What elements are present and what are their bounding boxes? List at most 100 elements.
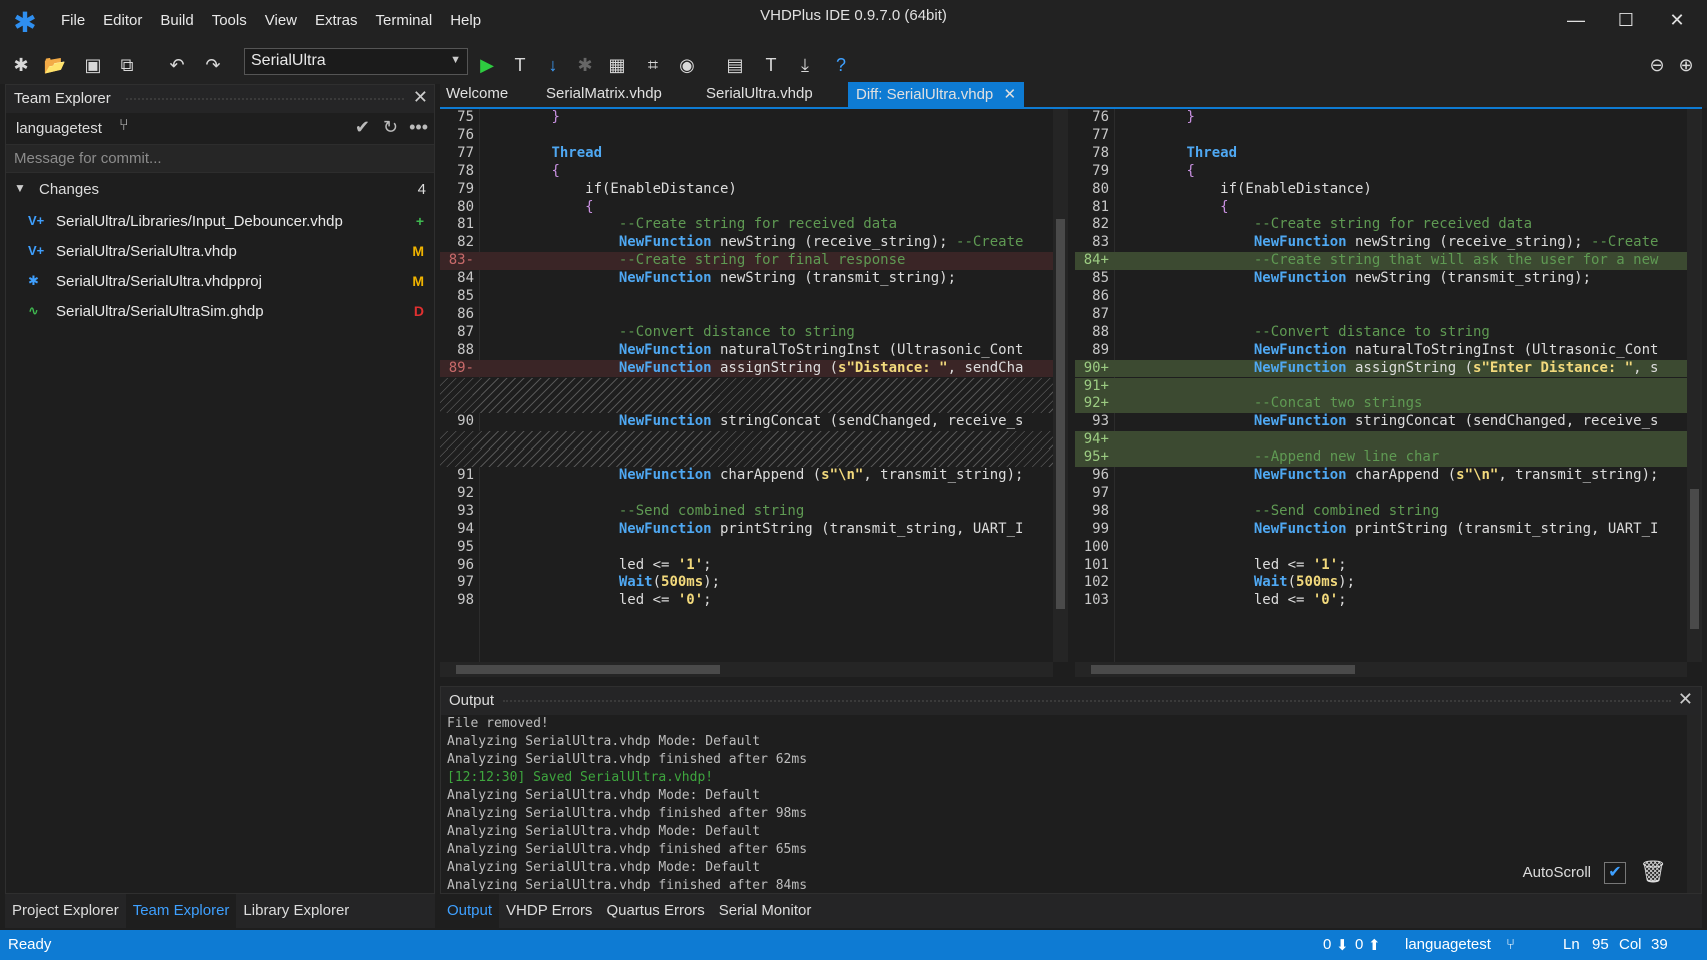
tab-welcome[interactable]: Welcome — [446, 85, 508, 102]
changed-file-path: SerialUltra/Libraries/Input_Debouncer.vh… — [56, 213, 343, 230]
open-folder-icon[interactable]: 📂 — [42, 52, 68, 78]
changed-file-item[interactable]: ✱ SerialUltra/SerialUltra.vhdpproj M — [6, 267, 434, 297]
menu-extras[interactable]: Extras — [306, 12, 367, 29]
code-token: '0' — [1312, 592, 1339, 609]
maximize-button[interactable]: ☐ — [1606, 10, 1646, 36]
minimize-button[interactable]: — — [1556, 10, 1596, 36]
scroll-thumb[interactable] — [1690, 489, 1699, 629]
code-token: NewFunction — [618, 341, 712, 358]
output-scrollbar[interactable] — [1687, 715, 1701, 893]
tab-vhdp-errors[interactable]: VHDP Errors — [499, 894, 599, 928]
tab-library-explorer[interactable]: Library Explorer — [236, 894, 356, 928]
left-vertical-scrollbar[interactable] — [1053, 109, 1068, 662]
code-token: led <= — [1119, 556, 1313, 573]
line-number: 80 — [1092, 180, 1109, 197]
tab-serialultra[interactable]: SerialUltra.vhdp — [706, 85, 813, 102]
format-code-icon[interactable]: T — [758, 52, 784, 78]
bug-icon[interactable]: ✱ — [572, 52, 598, 78]
scroll-thumb[interactable] — [1091, 665, 1355, 674]
menu-terminal[interactable]: Terminal — [367, 12, 442, 29]
team-explorer-title: Team Explorer — [14, 90, 111, 107]
close-panel-icon[interactable]: ✕ — [413, 87, 428, 108]
menu-view[interactable]: View — [256, 12, 306, 29]
commit-check-icon[interactable]: ✔ — [355, 117, 370, 138]
changed-file-item[interactable]: ∿ SerialUltra/SerialUltraSim.ghdp D — [6, 297, 434, 327]
scroll-thumb[interactable] — [456, 665, 720, 674]
globe-icon[interactable]: ◉ — [674, 52, 700, 78]
simulation-icon[interactable]: ▤ — [722, 52, 748, 78]
project-dropdown[interactable]: SerialUltra ▼ — [244, 48, 468, 75]
tab-team-explorer[interactable]: Team Explorer — [125, 894, 237, 928]
scroll-thumb[interactable] — [1056, 219, 1065, 609]
right-horizontal-scrollbar[interactable] — [1075, 662, 1687, 677]
file-status-badge: D — [413, 303, 424, 319]
tab-serial-monitor[interactable]: Serial Monitor — [712, 894, 819, 928]
line-number: 92+ — [1083, 395, 1109, 412]
status-branch[interactable]: languagetest — [1405, 936, 1491, 953]
code-line: 84 NewFunction newString (transmit_strin… — [440, 270, 1053, 288]
close-window-button[interactable]: ✕ — [1657, 10, 1697, 36]
right-vertical-scrollbar[interactable] — [1687, 109, 1702, 662]
help-icon[interactable]: ? — [828, 52, 854, 78]
branch-name[interactable]: languagetest — [16, 120, 102, 137]
pin-planner-icon[interactable]: ⌗ — [640, 52, 666, 78]
expand-arrow-icon[interactable]: ▼ — [14, 181, 26, 195]
output-log[interactable]: File removed! Analyzing SerialUltra.vhdp … — [447, 715, 1501, 891]
code-line: 90+ NewFunction assignString (s"Enter Di… — [1075, 359, 1687, 378]
line-label: Ln — [1563, 936, 1580, 953]
autoscroll-checkbox[interactable]: ✔ — [1604, 862, 1626, 884]
tab-output[interactable]: Output — [440, 894, 500, 928]
code-text: --Convert distance to string — [1119, 324, 1490, 342]
code-token: printString (transmit_string, UART_I — [1346, 520, 1659, 537]
refresh-icon[interactable]: ↻ — [383, 117, 398, 138]
output-line: Analyzing SerialUltra.vhdp Mode: Default — [447, 860, 761, 875]
zoom-in-icon[interactable]: ⊕ — [1673, 52, 1699, 78]
changed-file-item[interactable]: V+ SerialUltra/Libraries/Input_Debouncer.… — [6, 207, 434, 237]
close-tab-icon[interactable]: ✕ — [1003, 86, 1016, 103]
zoom-out-icon[interactable]: ⊖ — [1644, 52, 1670, 78]
redo-icon[interactable]: ↷ — [200, 52, 226, 78]
save-icon[interactable]: ▣ — [80, 52, 106, 78]
install-icon[interactable]: ⤓ — [792, 52, 818, 78]
code-token: NewFunction — [618, 467, 712, 483]
changes-group-header[interactable]: ▼ Changes 4 — [6, 173, 434, 207]
close-output-icon[interactable]: ✕ — [1678, 689, 1693, 710]
code-token: NewFunction — [1253, 270, 1347, 287]
code-line: 87 --Convert distance to string — [440, 324, 1053, 342]
line-number: 88 — [1092, 323, 1109, 340]
diff-pane-original[interactable]: 75 } 76 77 Thread 78 {79 if(EnableDistance)… — [440, 109, 1053, 662]
save-all-icon[interactable]: ⧉ — [114, 52, 140, 78]
left-horizontal-scrollbar[interactable] — [440, 662, 1053, 677]
menu-tools[interactable]: Tools — [203, 12, 256, 29]
run-icon[interactable]: ▶ — [474, 52, 500, 78]
tab-diff-serialultra[interactable]: Diff: SerialUltra.vhdp ✕ — [848, 82, 1025, 108]
changed-file-item[interactable]: V+ SerialUltra/SerialUltra.vhdp M — [6, 237, 434, 267]
code-line: 98 --Send combined string — [1075, 503, 1687, 521]
tab-serialmatrix[interactable]: SerialMatrix.vhdp — [546, 85, 662, 102]
hammer-icon[interactable]: T — [507, 52, 533, 78]
more-options-icon[interactable]: ••• — [409, 117, 428, 138]
menu-editor[interactable]: Editor — [94, 12, 151, 29]
undo-icon[interactable]: ↶ — [164, 52, 190, 78]
download-arrow-icon[interactable]: ↓ — [540, 52, 566, 78]
menu-help[interactable]: Help — [441, 12, 490, 29]
commit-message-input[interactable]: Message for commit... — [6, 145, 434, 173]
code-line: 97 — [1075, 485, 1687, 503]
clear-output-icon[interactable]: 🗑 — [1639, 859, 1667, 885]
line-number: 82 — [1092, 216, 1109, 233]
code-token: --Create string that will ask the user f… — [1253, 252, 1659, 269]
file-status-badge: + — [415, 213, 424, 229]
chip-icon[interactable]: ▦ — [604, 52, 630, 78]
menu-file[interactable]: File — [52, 12, 94, 29]
line-number: 76 — [1092, 109, 1109, 125]
code-token: { — [585, 198, 594, 215]
diff-pane-modified[interactable]: 76 } 77 78 Thread 79 {80 if(EnableDistance)… — [1075, 109, 1687, 662]
tab-quartus-errors[interactable]: Quartus Errors — [599, 894, 711, 928]
menu-build[interactable]: Build — [151, 12, 202, 29]
code-line: 94 NewFunction printString (transmit_str… — [440, 521, 1053, 539]
tab-project-explorer[interactable]: Project Explorer — [5, 894, 126, 928]
new-project-icon[interactable]: ✱ — [8, 52, 34, 78]
